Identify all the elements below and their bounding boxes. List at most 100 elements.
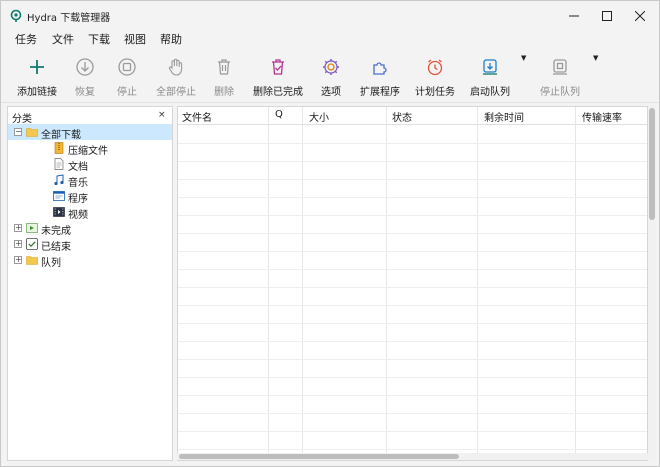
row-gridline bbox=[178, 161, 647, 162]
category-panel-title: 分类 bbox=[12, 114, 32, 125]
menu-view[interactable]: 视图 bbox=[124, 31, 146, 47]
vertical-scroll-thumb[interactable] bbox=[649, 108, 655, 220]
menu-bar: 任务 文件 下载 视图 帮助 bbox=[1, 29, 659, 49]
tree-label: 文档 bbox=[68, 162, 88, 173]
music-icon bbox=[54, 174, 64, 186]
menu-help[interactable]: 帮助 bbox=[160, 31, 182, 47]
row-gridline bbox=[178, 359, 647, 360]
options-button[interactable]: 选项 bbox=[313, 49, 349, 103]
tree-label: 全部下载 bbox=[41, 130, 81, 141]
stop-button[interactable]: 停止 bbox=[107, 49, 147, 103]
scheduler-button[interactable]: 计划任务 bbox=[411, 49, 459, 103]
tree-item-compressed[interactable]: 压缩文件 bbox=[8, 140, 172, 157]
queue-download-icon bbox=[483, 59, 497, 75]
tree-item-unfinished[interactable]: + 未完成 bbox=[8, 220, 172, 237]
row-gridline bbox=[178, 269, 647, 270]
row-gridline bbox=[178, 197, 647, 198]
finished-icon bbox=[26, 238, 38, 250]
maximize-button[interactable] bbox=[590, 1, 624, 31]
column-header-time-left[interactable]: 剩余时间 bbox=[484, 109, 524, 124]
category-panel-close-icon[interactable]: × bbox=[158, 110, 166, 120]
download-circle-icon bbox=[76, 58, 94, 76]
stop-queue-button[interactable]: 停止队列 bbox=[535, 49, 585, 103]
stop-queue-dropdown-icon[interactable]: ▼ bbox=[593, 54, 598, 62]
delete-label: 删除 bbox=[214, 87, 234, 98]
toolbar: 添加链接 恢复 停止 全部停止 删除 删除已完成 选项 扩展程序 计划任务 启动… bbox=[1, 49, 659, 103]
tree-item-video[interactable]: 视频 bbox=[8, 204, 172, 221]
options-label: 选项 bbox=[321, 87, 341, 98]
trash-icon bbox=[218, 59, 230, 75]
menu-task[interactable]: 任务 bbox=[15, 31, 37, 47]
scheduler-label: 计划任务 bbox=[415, 87, 455, 98]
minimize-button[interactable] bbox=[557, 1, 591, 31]
expand-icon[interactable]: + bbox=[14, 240, 22, 248]
column-header-transfer-rate[interactable]: 传输速率 bbox=[582, 109, 622, 124]
stop-label: 停止 bbox=[117, 87, 137, 98]
title-bar: Hydra 下载管理器 bbox=[1, 1, 659, 31]
minimize-icon bbox=[569, 15, 579, 17]
horizontal-scrollbar[interactable] bbox=[177, 453, 648, 460]
grid-header: 文件名 Q 大小 状态 剩余时间 传输速率 bbox=[178, 107, 647, 125]
menu-download[interactable]: 下载 bbox=[88, 31, 110, 47]
close-icon bbox=[635, 11, 645, 21]
delete-completed-label: 删除已完成 bbox=[253, 87, 303, 98]
row-gridline bbox=[178, 431, 647, 432]
queue-stop-icon bbox=[553, 59, 567, 75]
tree-item-programs[interactable]: 程序 bbox=[8, 188, 172, 205]
add-link-label: 添加链接 bbox=[17, 87, 57, 98]
add-link-button[interactable]: 添加链接 bbox=[11, 49, 63, 103]
stop-all-button[interactable]: 全部停止 bbox=[151, 49, 201, 103]
folder-open-icon bbox=[26, 128, 38, 137]
column-header-status[interactable]: 状态 bbox=[392, 109, 412, 124]
row-gridline bbox=[178, 341, 647, 342]
horizontal-scroll-thumb[interactable] bbox=[179, 454, 459, 459]
start-queue-dropdown-icon[interactable]: ▼ bbox=[521, 54, 526, 62]
gear-icon bbox=[323, 59, 339, 75]
tree-item-all-downloads[interactable]: − 全部下载 bbox=[8, 124, 172, 141]
row-gridline bbox=[178, 449, 647, 450]
alarm-clock-icon bbox=[427, 59, 443, 76]
trash-check-icon bbox=[272, 59, 284, 75]
tree-label: 程序 bbox=[68, 194, 88, 205]
column-header-filename[interactable]: 文件名 bbox=[182, 109, 212, 124]
column-header-size[interactable]: 大小 bbox=[309, 109, 329, 124]
tree-item-music[interactable]: 音乐 bbox=[8, 172, 172, 189]
delete-button[interactable]: 删除 bbox=[206, 49, 242, 103]
maximize-icon bbox=[602, 11, 612, 21]
vertical-scrollbar[interactable] bbox=[648, 106, 656, 461]
row-gridline bbox=[178, 251, 647, 252]
row-gridline bbox=[178, 377, 647, 378]
queue-folder-icon bbox=[26, 256, 38, 265]
downloads-grid[interactable]: 文件名 Q 大小 状态 剩余时间 传输速率 bbox=[177, 106, 648, 461]
close-button[interactable] bbox=[623, 1, 657, 31]
start-queue-button[interactable]: 启动队列 bbox=[465, 49, 515, 103]
collapse-icon[interactable]: − bbox=[14, 128, 22, 136]
delete-completed-button[interactable]: 删除已完成 bbox=[251, 49, 305, 103]
video-icon bbox=[53, 207, 65, 217]
expand-icon[interactable]: + bbox=[14, 256, 22, 264]
menu-file[interactable]: 文件 bbox=[52, 31, 74, 47]
extensions-button[interactable]: 扩展程序 bbox=[355, 49, 405, 103]
app-logo-icon bbox=[10, 9, 22, 22]
start-queue-label: 启动队列 bbox=[470, 87, 510, 98]
resume-button[interactable]: 恢复 bbox=[63, 49, 107, 103]
stop-all-label: 全部停止 bbox=[156, 87, 196, 98]
tree-label: 压缩文件 bbox=[68, 146, 108, 157]
app-window: Hydra 下载管理器 任务 文件 下载 视图 帮助 添加链接 恢复 停止 全部… bbox=[0, 0, 660, 467]
expand-icon[interactable]: + bbox=[14, 224, 22, 232]
tree-item-documents[interactable]: 文档 bbox=[8, 156, 172, 173]
extensions-label: 扩展程序 bbox=[360, 87, 400, 98]
row-gridline bbox=[178, 413, 647, 414]
row-gridline bbox=[178, 143, 647, 144]
column-header-q[interactable]: Q bbox=[275, 109, 283, 120]
stop-queue-label: 停止队列 bbox=[540, 87, 580, 98]
row-gridline bbox=[178, 395, 647, 396]
row-gridline bbox=[178, 215, 647, 216]
tree-item-finished[interactable]: + 已结束 bbox=[8, 236, 172, 253]
row-gridline bbox=[178, 323, 647, 324]
unfinished-icon bbox=[26, 223, 38, 233]
plus-icon bbox=[30, 60, 44, 74]
tree-item-queue[interactable]: + 队列 bbox=[8, 252, 172, 269]
tree-label: 音乐 bbox=[68, 178, 88, 189]
archive-icon bbox=[54, 142, 64, 154]
